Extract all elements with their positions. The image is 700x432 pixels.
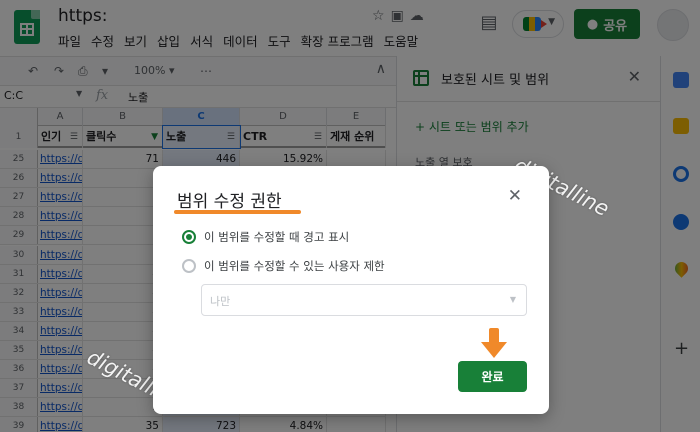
chevron-down-icon: ▼ (509, 295, 516, 304)
option-warn-label: 이 범위를 수정할 때 경고 표시 (204, 230, 350, 244)
select-value: 나만 (210, 295, 231, 308)
arrow-down-icon (481, 328, 507, 358)
editor-select[interactable]: 나만 ▼ (201, 284, 527, 316)
option-warn[interactable]: 이 범위를 수정할 때 경고 표시 (182, 229, 349, 245)
title-highlight (174, 210, 301, 214)
dialog-title: 범위 수정 권한 (177, 192, 282, 212)
option-restrict-label: 이 범위를 수정할 수 있는 사용자 제한 (204, 259, 385, 273)
done-button[interactable]: 완료 (458, 361, 527, 392)
done-label: 완료 (481, 370, 504, 384)
radio-restrict[interactable] (182, 259, 196, 273)
radio-warn[interactable] (182, 230, 196, 244)
option-restrict[interactable]: 이 범위를 수정할 수 있는 사용자 제한 (182, 258, 385, 274)
range-permissions-dialog: 범위 수정 권한 ✕ 이 범위를 수정할 때 경고 표시 이 범위를 수정할 수… (153, 166, 549, 414)
close-icon[interactable]: ✕ (508, 186, 522, 206)
